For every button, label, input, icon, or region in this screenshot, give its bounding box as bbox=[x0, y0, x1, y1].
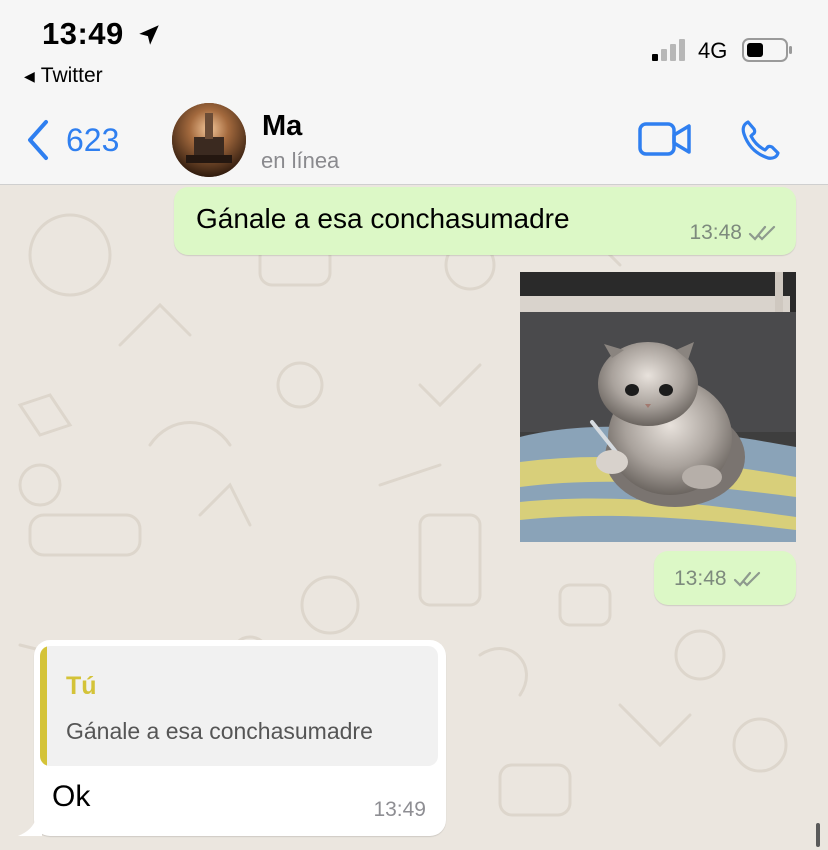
quote-author: Tú bbox=[66, 672, 97, 700]
double-check-icon bbox=[733, 571, 760, 587]
quoted-message[interactable]: Tú Gánale a esa conchasumadre bbox=[40, 646, 438, 766]
message-text: Gánale a esa conchasumadre bbox=[196, 203, 570, 234]
kitten-with-knife-photo[interactable] bbox=[520, 272, 796, 542]
phone-call-icon[interactable] bbox=[738, 118, 782, 162]
message-meta: 13:48 bbox=[689, 221, 778, 245]
contact-avatar[interactable] bbox=[172, 103, 246, 177]
quote-text: Gánale a esa conchasumadre bbox=[66, 718, 373, 744]
status-time: 13:49 bbox=[42, 16, 124, 51]
network-type: 4G bbox=[698, 38, 728, 63]
back-button[interactable]: 623 bbox=[24, 118, 119, 162]
message-time: 13:48 bbox=[689, 221, 742, 244]
double-check-icon bbox=[748, 225, 776, 241]
location-arrow-icon bbox=[139, 25, 159, 45]
chat-header: 623 Ma en línea bbox=[0, 100, 828, 185]
message-time: 13:48 bbox=[674, 567, 727, 590]
back-app-label: Twitter bbox=[40, 64, 103, 87]
bubble-tail bbox=[18, 818, 42, 836]
message-meta: 13:49 bbox=[373, 798, 426, 822]
unread-count: 623 bbox=[66, 121, 120, 158]
image-message-meta-bubble: 13:48 bbox=[654, 551, 796, 605]
signal-icon bbox=[652, 39, 685, 61]
chevron-left-icon bbox=[28, 120, 48, 160]
avatar-image bbox=[172, 103, 246, 177]
back-triangle-icon: ◀ bbox=[24, 67, 35, 84]
video-call-icon[interactable] bbox=[638, 120, 692, 158]
quote-accent-bar bbox=[40, 646, 47, 766]
message-time: 13:49 bbox=[373, 798, 426, 821]
message-text: Ok bbox=[52, 780, 91, 813]
message-meta: 13:48 bbox=[674, 567, 763, 591]
battery-icon bbox=[742, 38, 792, 62]
photo-content bbox=[520, 272, 796, 542]
incoming-message[interactable]: Tú Gánale a esa conchasumadre Ok 13:49 bbox=[18, 640, 446, 836]
chat-area[interactable]: Gánale a esa conchasumadre 13:48 13:48 T… bbox=[0, 185, 828, 850]
back-to-app-link[interactable]: ◀ Twitter bbox=[24, 64, 103, 88]
contact-status: en línea bbox=[261, 148, 340, 173]
scrollbar[interactable] bbox=[816, 823, 820, 847]
status-bar: 13:49 ◀ Twitter 4G bbox=[0, 0, 828, 100]
contact-name[interactable]: Ma bbox=[262, 110, 302, 143]
outgoing-message[interactable]: Gánale a esa conchasumadre 13:48 bbox=[174, 187, 796, 255]
